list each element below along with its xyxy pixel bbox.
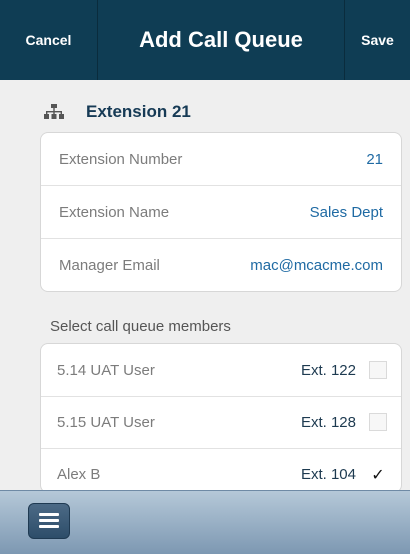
- members-caption: Select call queue members: [50, 318, 231, 335]
- content-area: Extension 21 Extension Number 21 Extensi…: [0, 80, 410, 493]
- extension-number-row[interactable]: Extension Number 21: [41, 133, 401, 186]
- manager-email-row[interactable]: Manager Email mac@mcacme.com: [41, 239, 401, 292]
- menu-button[interactable]: [28, 503, 70, 539]
- member-name: Alex B: [57, 466, 101, 483]
- save-button[interactable]: Save: [344, 0, 410, 80]
- section-title: Extension 21: [86, 102, 191, 121]
- manager-email-value[interactable]: mac@mcacme.com: [250, 257, 383, 274]
- extension-details-card: Extension Number 21 Extension Name Sales…: [40, 132, 402, 292]
- cancel-button[interactable]: Cancel: [0, 0, 98, 80]
- extension-name-row[interactable]: Extension Name Sales Dept: [41, 186, 401, 239]
- extension-name-label: Extension Name: [59, 203, 170, 221]
- hamburger-menu-icon: [39, 513, 59, 529]
- extension-name-value[interactable]: Sales Dept: [310, 204, 383, 221]
- member-name: 5.15 UAT User: [57, 413, 155, 431]
- bottom-toolbar: [0, 490, 410, 554]
- member-extension: Ext. 104: [300, 466, 356, 483]
- navigation-bar: Cancel Add Call Queue Save: [0, 0, 410, 80]
- members-card: 5.14 UAT User Ext. 122 5.15 UAT User Ext…: [40, 343, 402, 493]
- member-row[interactable]: 5.14 UAT User Ext. 122: [41, 344, 401, 397]
- section-header: Extension 21: [0, 102, 191, 122]
- member-extension: Ext. 128: [300, 413, 356, 431]
- member-name: 5.14 UAT User: [57, 361, 155, 379]
- member-checkbox[interactable]: ✓: [369, 466, 387, 484]
- manager-email-label: Manager Email: [59, 257, 160, 274]
- org-chart-icon: [44, 104, 64, 119]
- member-checkbox[interactable]: [369, 413, 387, 431]
- member-checkbox[interactable]: [369, 361, 387, 379]
- member-extension: Ext. 122: [300, 361, 356, 379]
- page-title: Add Call Queue: [139, 27, 303, 52]
- member-row[interactable]: 5.15 UAT User Ext. 128: [41, 396, 401, 449]
- extension-number-label: Extension Number: [59, 150, 183, 168]
- extension-number-value[interactable]: 21: [366, 151, 383, 168]
